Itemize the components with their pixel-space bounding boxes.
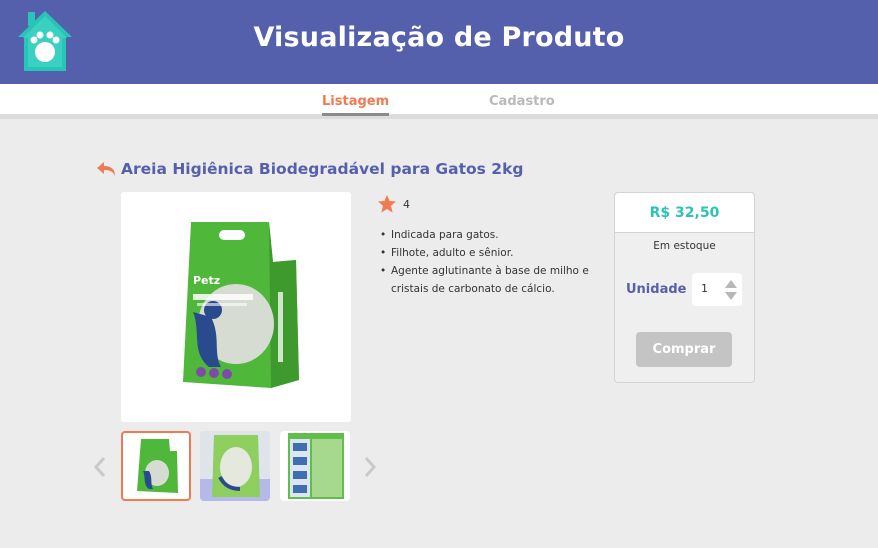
price: R$ 32,50: [649, 205, 720, 221]
tab-bar: Listagem Cadastro: [0, 84, 878, 119]
header: Visualização de Produto: [0, 0, 878, 84]
price-area: R$ 32,50: [615, 193, 754, 233]
chevron-left-icon[interactable]: [93, 455, 107, 479]
buy-button[interactable]: Comprar: [636, 332, 732, 367]
litter-bag-image: Petz: [183, 222, 299, 388]
chevron-right-icon[interactable]: [363, 455, 377, 479]
decrement-arrow-icon[interactable]: [725, 292, 737, 300]
product-title: Areia Higiênica Biodegradável para Gatos…: [121, 160, 524, 178]
thumbnail-1[interactable]: [121, 431, 191, 501]
increment-arrow-icon[interactable]: [725, 280, 737, 288]
thumbnail-3[interactable]: [280, 431, 350, 501]
feature-item: Filhote, adulto e sênior.: [380, 244, 595, 262]
tab-cadastro[interactable]: Cadastro: [489, 94, 555, 109]
feature-item: Agente aglutinante à base de milho e cri…: [380, 262, 595, 298]
feature-list: Indicada para gatos. Filhote, adulto e s…: [380, 226, 595, 298]
quantity-value[interactable]: 1: [701, 282, 708, 295]
thumbnail-bag-back: [288, 433, 344, 499]
feature-item: Indicada para gatos.: [380, 226, 595, 244]
tab-listagem[interactable]: Listagem: [322, 94, 390, 116]
rating-value: 4: [403, 198, 410, 211]
thumbnail-bag-front: [137, 439, 178, 493]
back-arrow-icon[interactable]: [96, 160, 116, 178]
svg-text:Petz: Petz: [193, 274, 220, 287]
unit-label: Unidade: [626, 282, 687, 297]
quantity-stepper[interactable]: 1: [692, 273, 742, 306]
thumbnail-2[interactable]: [200, 431, 270, 501]
thumbnail-bag-open: [200, 435, 270, 501]
page-title: Visualização de Produto: [253, 22, 625, 53]
star-icon: [378, 195, 396, 213]
purchase-panel: R$ 32,50 Em estoque Unidade 1 Comprar: [614, 192, 755, 383]
product-main-image: Petz: [121, 192, 351, 422]
stock-status: Em estoque: [653, 240, 716, 252]
